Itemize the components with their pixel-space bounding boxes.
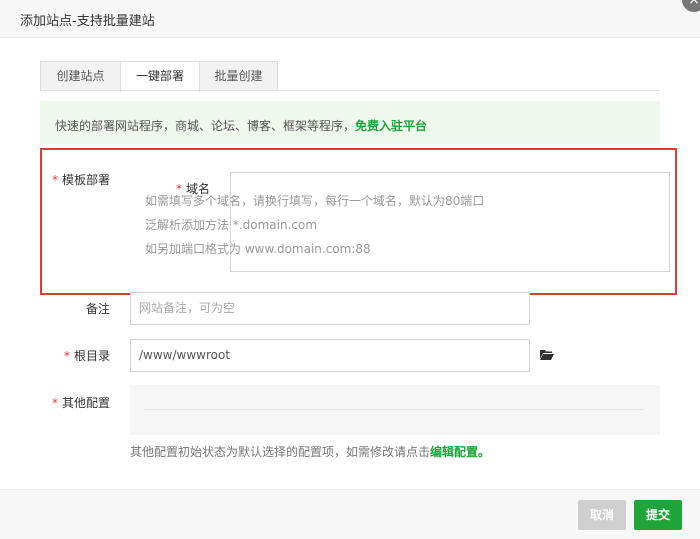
required-mark: * xyxy=(64,349,70,363)
root-dir-input[interactable]: /www/wwwroot xyxy=(130,339,530,372)
template-deploy-label-text: 模板部署 xyxy=(62,173,111,187)
tab-create-site[interactable]: 创建站点 xyxy=(40,61,121,91)
close-icon[interactable]: × xyxy=(682,0,700,12)
other-config-label-text: 其他配置 xyxy=(62,396,111,410)
submit-button[interactable]: 提交 xyxy=(634,500,682,530)
domain-hint-line-2: 泛解析添加方法 *.domain.com xyxy=(145,218,318,232)
tip-message: 快速的部署网站程序，商城、论坛、博客、框架等程序， xyxy=(55,119,356,133)
edit-config-link[interactable]: 编辑配置。 xyxy=(430,445,490,459)
root-dir-label-text: 根目录 xyxy=(74,349,111,363)
tab-divider xyxy=(40,90,660,91)
tip-banner: 快速的部署网站程序，商城、论坛、博客、框架等程序，免费入驻平台 xyxy=(40,101,660,144)
required-mark: * xyxy=(52,396,58,410)
root-dir-value: /www/wwwroot xyxy=(139,348,231,362)
other-config-panel xyxy=(130,385,660,435)
remark-input[interactable]: 网站备注，可为空 xyxy=(130,292,530,325)
required-mark: * xyxy=(52,173,58,187)
other-config-label: * 其他配置 xyxy=(52,394,110,411)
other-config-hint: 其他配置初始状态为默认选择的配置项，如需修改请点击编辑配置。 xyxy=(130,443,490,460)
tab-batch-create[interactable]: 批量创建 xyxy=(199,61,278,91)
other-config-hint-text: 其他配置初始状态为默认选择的配置项，如需修改请点击 xyxy=(130,445,431,459)
other-config-divider xyxy=(144,409,644,410)
dialog-footer: 取消 提交 xyxy=(0,489,700,539)
cancel-button[interactable]: 取消 xyxy=(578,500,626,530)
free-join-link[interactable]: 免费入驻平台 xyxy=(355,119,427,133)
dialog-titlebar: 添加站点-支持批量建站 × xyxy=(0,0,700,38)
domain-hint-line-3: 如另加端口格式为 www.domain.com:88 xyxy=(145,242,371,256)
tab-one-click-deploy[interactable]: 一键部署 xyxy=(120,61,200,92)
template-deploy-label: * 模板部署 xyxy=(52,171,110,188)
tip-text: 快速的部署网站程序，商城、论坛、博客、框架等程序，免费入驻平台 xyxy=(55,117,427,134)
domain-hint-line-1: 如需填写多个域名，请换行填写，每行一个域名，默认为80端口 xyxy=(145,194,485,208)
root-dir-label: * 根目录 xyxy=(64,347,110,364)
folder-open-icon[interactable] xyxy=(540,349,554,360)
dialog-title: 添加站点-支持批量建站 xyxy=(20,14,155,29)
remark-placeholder: 网站备注，可为空 xyxy=(139,301,236,315)
remark-label: 备注 xyxy=(86,302,111,316)
